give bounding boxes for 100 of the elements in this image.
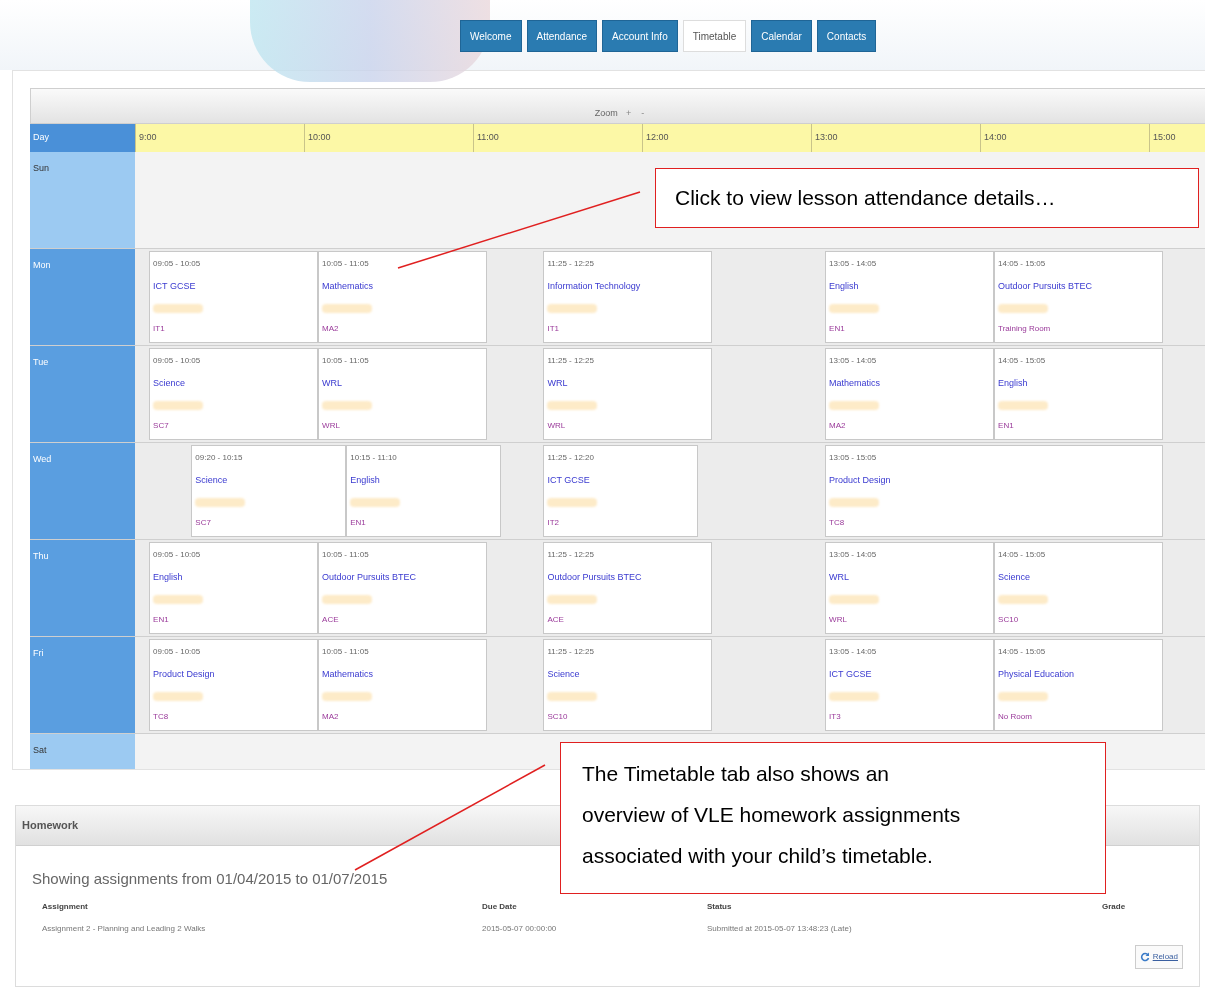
lesson-card[interactable]: 11:25 - 12:25 WRL WRL xyxy=(543,348,713,440)
lesson-time: 14:05 - 15:05 xyxy=(998,258,1047,270)
lesson-subject[interactable]: English xyxy=(998,377,1160,391)
lesson-time: 11:25 - 12:25 xyxy=(547,646,595,658)
day-label: Mon xyxy=(30,249,135,345)
lesson-subject[interactable]: ICT GCSE xyxy=(829,668,991,682)
lesson-room: IT3 xyxy=(829,710,842,723)
lesson-card[interactable]: 11:25 - 12:25 Science SC10 xyxy=(543,639,713,731)
lesson-card[interactable]: 13:05 - 15:05 Product Design TC8 xyxy=(825,445,1164,537)
lesson-subject[interactable]: WRL xyxy=(547,377,709,391)
lesson-subject[interactable]: Science xyxy=(153,377,315,391)
lesson-card[interactable]: 14:05 - 15:05 Outdoor Pursuits BTEC Training Room xyxy=(994,251,1164,343)
lesson-subject[interactable]: English xyxy=(829,280,991,294)
lesson-subject[interactable]: Information Technology xyxy=(547,280,709,294)
day-label: Sun xyxy=(30,152,135,248)
lesson-subject[interactable]: Physical Education xyxy=(998,668,1160,682)
lesson-room: MA2 xyxy=(322,710,340,723)
lesson-card[interactable]: 13:05 - 14:05 ICT GCSE IT3 xyxy=(825,639,995,731)
lesson-time: 09:05 - 10:05 xyxy=(153,646,202,658)
nav-tab[interactable]: Timetable xyxy=(682,20,747,52)
lesson-card[interactable]: 11:25 - 12:25 Outdoor Pursuits BTEC ACE xyxy=(543,542,713,634)
lesson-room: WRL xyxy=(322,419,341,432)
lesson-room: ACE xyxy=(547,613,565,626)
redacted-text xyxy=(547,594,598,604)
lesson-card[interactable]: 10:05 - 11:05 Mathematics MA2 xyxy=(318,639,488,731)
lesson-room: EN1 xyxy=(153,613,170,626)
table-cell-text: Assignment 2 - Planning and Leading 2 Walks xyxy=(42,922,207,935)
column-header: Due Date xyxy=(482,900,518,913)
lesson-card[interactable]: 10:15 - 11:10 English EN1 xyxy=(346,445,502,537)
date-range-text: Showing assignments from 01/04/2015 to 01/07/2015 xyxy=(32,869,389,889)
lesson-room: SC7 xyxy=(153,419,170,432)
lesson-room: EN1 xyxy=(998,419,1015,432)
lesson-subject[interactable]: Outdoor Pursuits BTEC xyxy=(322,571,484,585)
lesson-card[interactable]: 10:05 - 11:05 Outdoor Pursuits BTEC ACE xyxy=(318,542,488,634)
lesson-subject[interactable]: English xyxy=(350,474,498,488)
lesson-card[interactable]: 09:05 - 10:05 Product Design TC8 xyxy=(149,639,319,731)
lesson-time: 09:05 - 10:05 xyxy=(153,258,202,270)
lesson-time: 10:05 - 11:05 xyxy=(322,258,370,270)
lesson-room: Training Room xyxy=(998,322,1052,335)
lesson-card[interactable]: 11:25 - 12:25 Information Technology IT1 xyxy=(543,251,713,343)
lesson-card[interactable]: 14:05 - 15:05 Physical Education No Room xyxy=(994,639,1164,731)
lesson-subject[interactable]: Mathematics xyxy=(322,280,484,294)
day-label: Wed xyxy=(30,443,135,539)
lesson-card[interactable]: 13:05 - 14:05 English EN1 xyxy=(825,251,995,343)
redacted-text xyxy=(322,691,373,701)
redacted-text xyxy=(547,497,598,507)
lesson-subject[interactable]: Outdoor Pursuits BTEC xyxy=(547,571,709,585)
lesson-subject[interactable]: Product Design xyxy=(153,668,315,682)
redacted-text xyxy=(153,594,204,604)
column-header: Assignment xyxy=(42,900,89,913)
lesson-time: 11:25 - 12:25 xyxy=(547,355,595,367)
redacted-text xyxy=(322,303,373,313)
lesson-subject[interactable]: English xyxy=(153,571,315,585)
redacted-text xyxy=(153,691,204,701)
lesson-subject[interactable]: WRL xyxy=(829,571,991,585)
lesson-subject[interactable]: Science xyxy=(998,571,1160,585)
lesson-card[interactable]: 10:05 - 11:05 WRL WRL xyxy=(318,348,488,440)
panel-title: Homework xyxy=(22,818,79,834)
lesson-time: 10:05 - 11:05 xyxy=(322,549,370,561)
lesson-card[interactable]: 13:05 - 14:05 WRL WRL xyxy=(825,542,995,634)
lesson-subject[interactable]: WRL xyxy=(322,377,484,391)
nav-tab[interactable]: Welcome xyxy=(460,20,522,52)
nav-tab[interactable]: Contacts xyxy=(816,20,877,52)
nav-tab[interactable]: Calendar xyxy=(751,20,812,52)
lesson-card[interactable]: 14:05 - 15:05 Science SC10 xyxy=(994,542,1164,634)
lesson-room: EN1 xyxy=(829,322,846,335)
redacted-text xyxy=(322,400,373,410)
lesson-card[interactable]: 13:05 - 14:05 Mathematics MA2 xyxy=(825,348,995,440)
lesson-subject[interactable]: Product Design xyxy=(829,474,1160,488)
lesson-room: IT1 xyxy=(547,322,560,335)
lesson-card[interactable]: 09:05 - 10:05 Science SC7 xyxy=(149,348,319,440)
lesson-subject[interactable]: ICT GCSE xyxy=(153,280,315,294)
lesson-time: 13:05 - 14:05 xyxy=(829,258,878,270)
lesson-room: WRL xyxy=(547,419,567,432)
lesson-time: 10:05 - 11:05 xyxy=(322,646,370,658)
lesson-subject[interactable]: Outdoor Pursuits BTEC xyxy=(998,280,1160,294)
lesson-subject[interactable]: Science xyxy=(547,668,709,682)
lesson-card[interactable]: 14:05 - 15:05 English EN1 xyxy=(994,348,1164,440)
redacted-text xyxy=(829,594,880,604)
lesson-card[interactable]: 09:05 - 10:05 English EN1 xyxy=(149,542,319,634)
lesson-subject[interactable]: ICT GCSE xyxy=(547,474,695,488)
lesson-time: 09:20 - 10:15 xyxy=(195,452,244,464)
lesson-time: 11:25 - 12:20 xyxy=(547,452,595,464)
lesson-card[interactable]: 10:05 - 11:05 Mathematics MA2 xyxy=(318,251,488,343)
nav-tab[interactable]: Attendance xyxy=(526,20,598,52)
reload-button[interactable]: Reload xyxy=(1134,944,1183,969)
lesson-room: SC10 xyxy=(547,710,569,723)
lesson-subject[interactable]: Mathematics xyxy=(829,377,991,391)
zoom-label: Zoom xyxy=(594,106,618,120)
lesson-card[interactable]: 11:25 - 12:20 ICT GCSE IT2 xyxy=(543,445,699,537)
lesson-room: No Room xyxy=(998,710,1033,723)
nav-tab[interactable]: Account Info xyxy=(602,20,678,52)
lesson-subject[interactable]: Science xyxy=(195,474,343,488)
redacted-text xyxy=(998,303,1049,313)
lesson-room: TC8 xyxy=(153,710,170,723)
lesson-time: 11:25 - 12:25 xyxy=(547,258,595,270)
lesson-subject[interactable]: Mathematics xyxy=(322,668,484,682)
lesson-card[interactable]: 09:20 - 10:15 Science SC7 xyxy=(191,445,347,537)
lesson-room: ACE xyxy=(322,613,340,626)
lesson-card[interactable]: 09:05 - 10:05 ICT GCSE IT1 xyxy=(149,251,319,343)
